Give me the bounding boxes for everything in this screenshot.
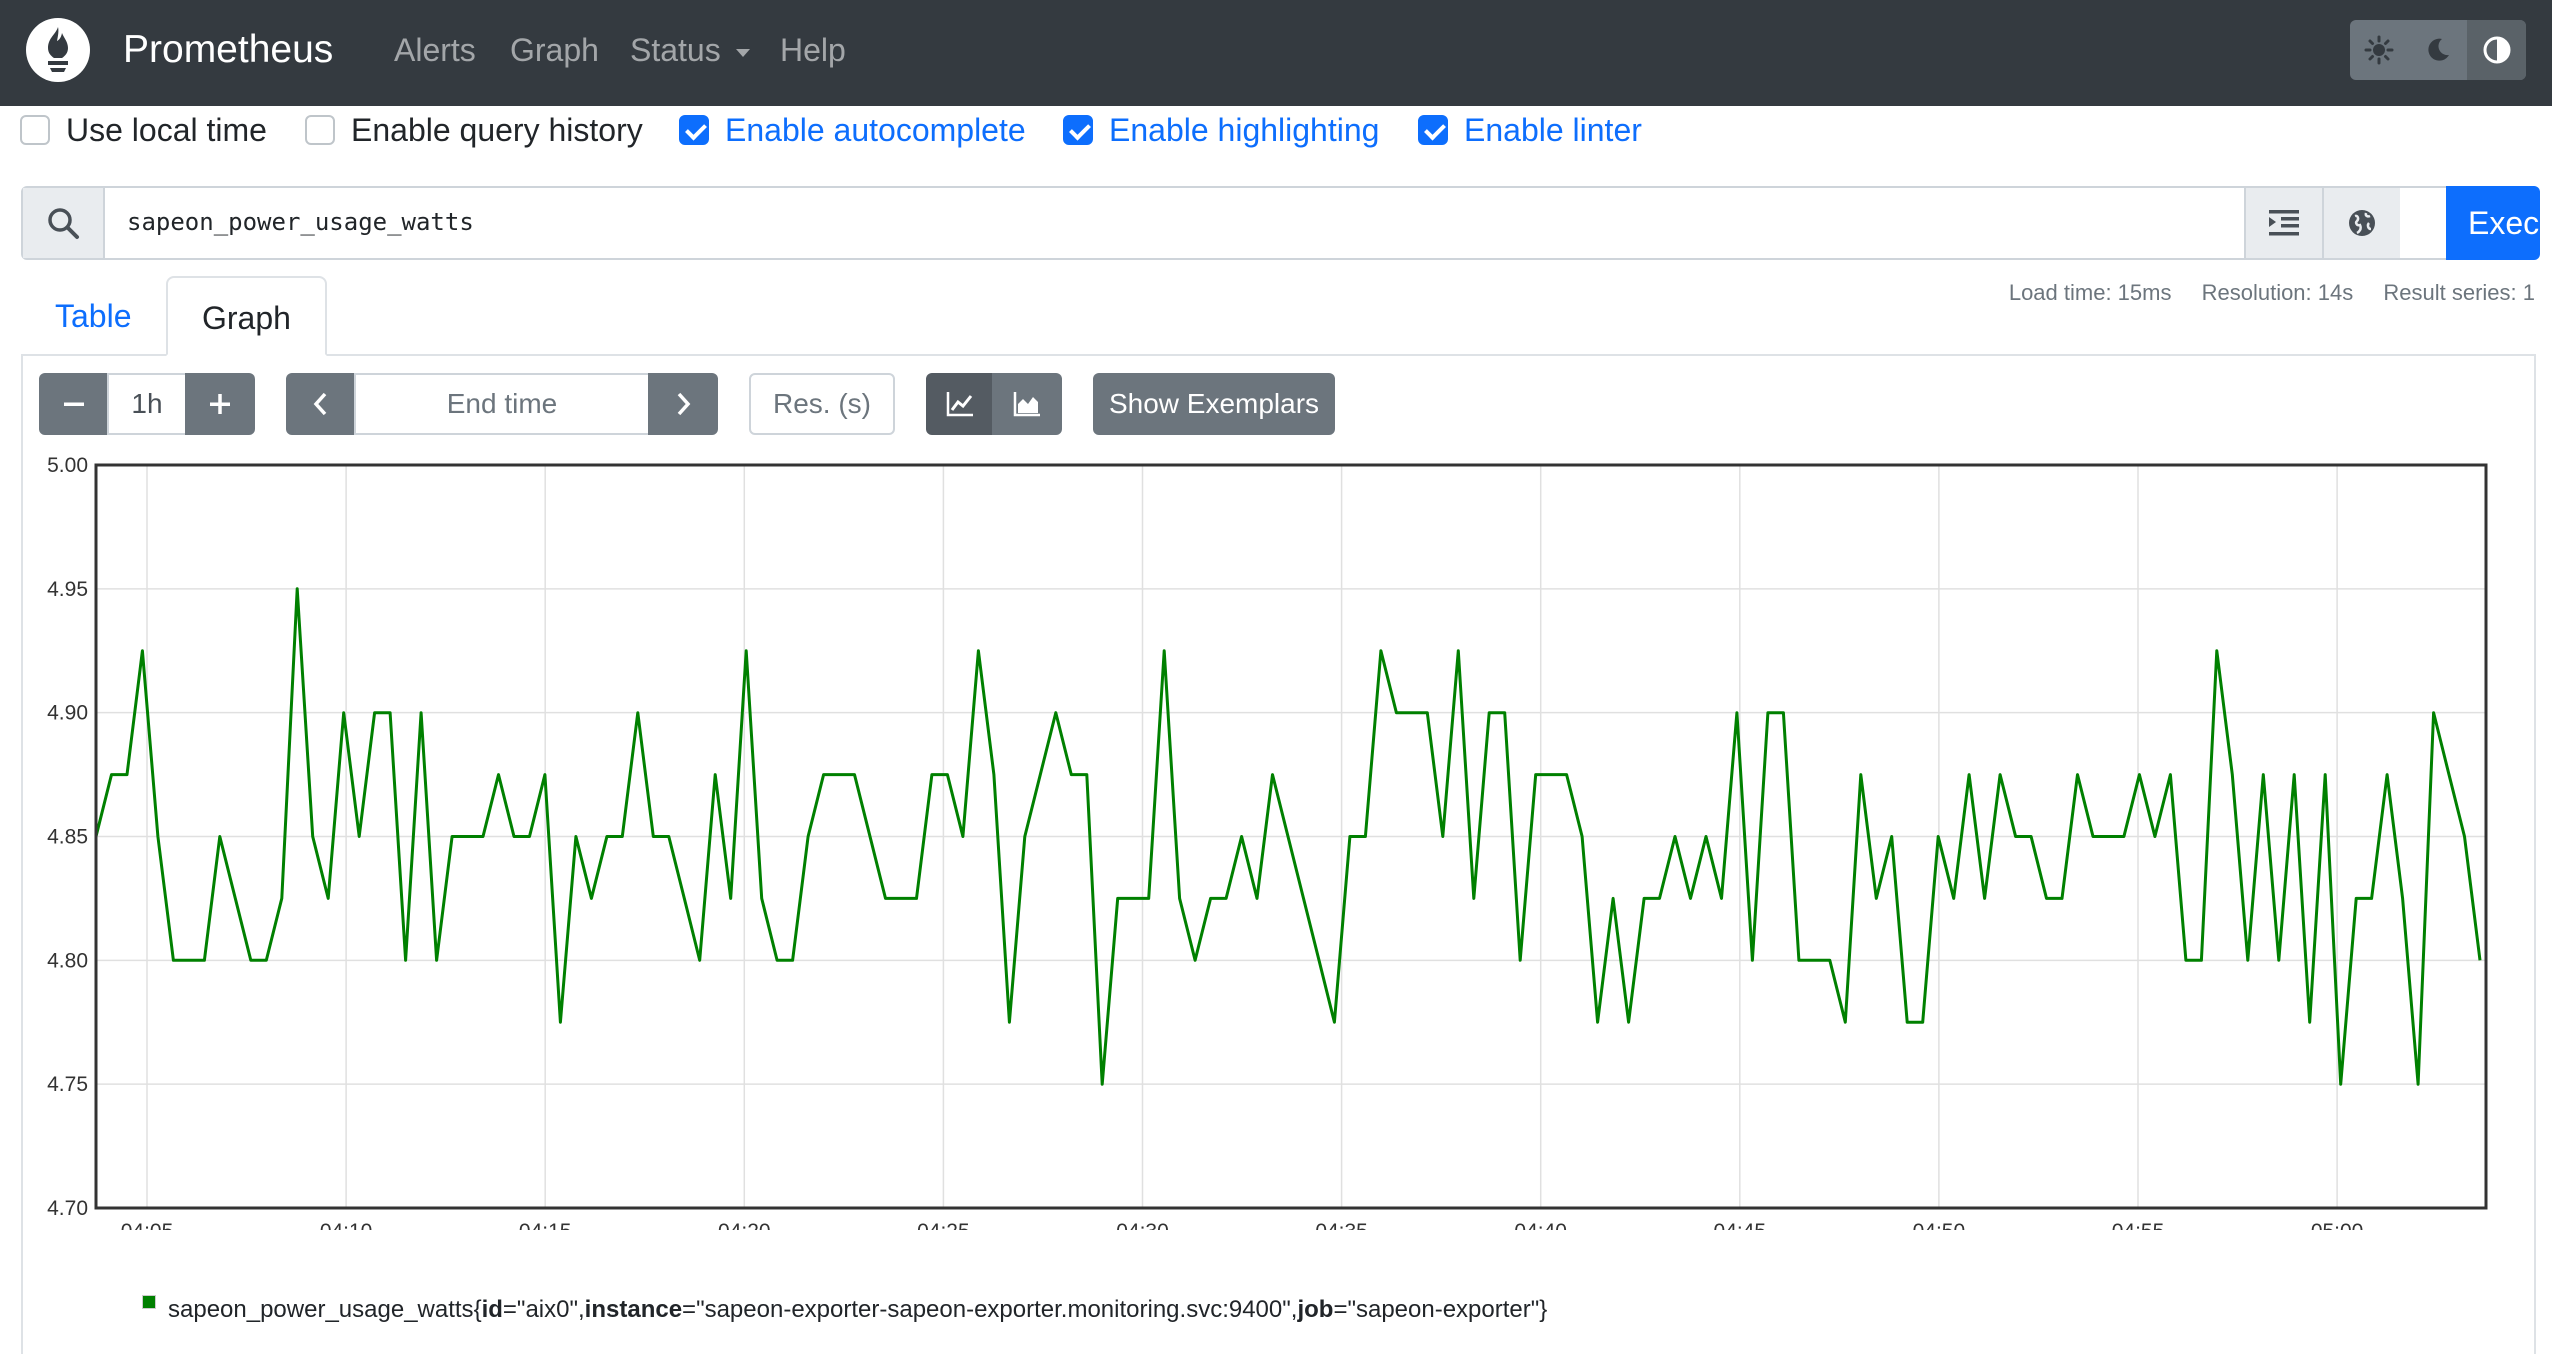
graph-chart[interactable]: 4.70 4.75 4.80 4.85 4.90 4.95 5.00 04:05 04:10 0… [0,450,2552,1230]
search-icon [23,188,105,258]
line-chart-icon [946,392,973,417]
contrast-icon [2483,36,2511,64]
x-tick-label: 04:25 [917,1220,970,1230]
autocomplete-label: Enable autocomplete [725,112,1026,148]
resolution-input[interactable]: Res. (s) [749,373,895,435]
query-stats: Load time: 15ms Resolution: 14s Result s… [1985,280,2535,306]
legend-label-key-id: id [481,1296,503,1323]
sun-icon [2364,35,2394,65]
caret-down-icon [735,48,750,57]
minus-icon [64,402,84,406]
x-tick-label: 05:00 [2311,1220,2364,1230]
next-time-button[interactable] [648,373,718,435]
legend-label-value-job: "sapeon-exporter" [1347,1296,1540,1323]
legend-label-key-instance: instance [584,1296,683,1323]
highlighting-option[interactable]: Enable highlighting [1063,108,1379,152]
chevron-left-icon [313,392,327,416]
end-time-input[interactable]: End time [354,373,650,435]
nav-status-label: Status [630,32,721,68]
increase-range-button[interactable] [185,373,255,435]
theme-toggle-group [2350,20,2526,80]
query-history-checkbox[interactable] [305,115,335,145]
x-tick-label: 04:15 [519,1220,572,1230]
indent-icon [2269,210,2299,236]
unstacked-chart-button[interactable] [926,373,994,435]
x-tick-label: 04:35 [1315,1220,1368,1230]
legend-label-key-job: job [1297,1296,1334,1323]
use-local-time-label: Use local time [66,112,267,148]
x-tick-label: 04:10 [320,1220,373,1230]
query-input[interactable]: sapeon_power_usage_watts [127,202,474,242]
area-chart-icon [1013,392,1040,417]
y-tick-label: 4.85 [47,826,88,849]
legend-item[interactable]: sapeon_power_usage_watts{id = "aix0", inst… [142,1294,1547,1326]
linter-option[interactable]: Enable linter [1418,108,1642,152]
highlighting-label: Enable highlighting [1109,112,1380,148]
nav-graph[interactable]: Graph [510,28,599,72]
x-tick-label: 04:20 [718,1220,771,1230]
legend-metric: sapeon_power_usage_watts [168,1296,474,1323]
autocomplete-checkbox[interactable] [679,115,709,145]
use-local-time-option[interactable]: Use local time [20,108,267,152]
legend-label-value-instance: "sapeon-exporter-sapeon-exporter.monitor… [696,1296,1291,1323]
nav-alerts[interactable]: Alerts [394,28,476,72]
y-tick-label: 4.75 [47,1073,88,1096]
y-tick-label: 4.80 [47,949,88,972]
nav-status-dropdown[interactable]: Status [630,28,750,72]
linter-checkbox[interactable] [1418,115,1448,145]
light-theme-button[interactable] [2350,20,2409,80]
y-tick-label: 4.70 [47,1197,88,1220]
query-history-option[interactable]: Enable query history [305,108,643,152]
range-input[interactable]: 1h [107,373,187,435]
x-tick-label: 04:40 [1514,1220,1567,1230]
auto-theme-button[interactable] [2467,20,2526,80]
prometheus-logo-icon[interactable] [26,18,90,82]
execute-button[interactable]: Execute [2446,186,2540,260]
tab-table[interactable]: Table [21,276,166,356]
previous-time-button[interactable] [286,373,356,435]
x-tick-label: 04:30 [1116,1220,1169,1230]
nav-help[interactable]: Help [780,28,846,72]
query-bar: sapeon_power_usage_watts Execute [21,186,2540,260]
x-tick-label: 04:55 [2112,1220,2165,1230]
moon-icon [2428,38,2449,61]
plus-icon [210,394,230,414]
linter-label: Enable linter [1464,112,1642,148]
brand-title[interactable]: Prometheus [123,24,333,76]
globe-icon [2349,210,2375,236]
result-series: Result series: 1 [2383,280,2535,305]
x-tick-label: 04:45 [1714,1220,1767,1230]
load-time: Load time: 15ms [2008,280,2172,305]
metrics-explorer-button[interactable] [2322,188,2400,258]
x-tick-label: 04:05 [121,1220,174,1230]
query-history-label: Enable query history [351,112,643,148]
y-tick-label: 4.95 [47,578,88,601]
series-line[interactable] [94,587,2482,1086]
x-tick-label: 04:50 [1913,1220,1966,1230]
chevron-right-icon [677,392,691,416]
navbar: Prometheus Alerts Graph Status Help [0,0,2552,106]
tab-graph[interactable]: Graph [166,276,327,356]
autocomplete-option[interactable]: Enable autocomplete [679,108,1026,152]
decrease-range-button[interactable] [39,373,109,435]
resolution-stat: Resolution: 14s [2201,280,2354,305]
show-exemplars-button[interactable]: Show Exemplars [1093,373,1335,435]
stacked-chart-button[interactable] [992,373,1062,435]
dark-theme-button[interactable] [2409,20,2468,80]
use-local-time-checkbox[interactable] [20,115,50,145]
legend-swatch [142,1295,156,1309]
y-tick-label: 4.90 [47,702,88,725]
y-tick-label: 5.00 [47,454,88,477]
highlighting-checkbox[interactable] [1063,115,1093,145]
legend-label-value-id: "aix0" [516,1296,578,1323]
format-query-button[interactable] [2244,188,2322,258]
